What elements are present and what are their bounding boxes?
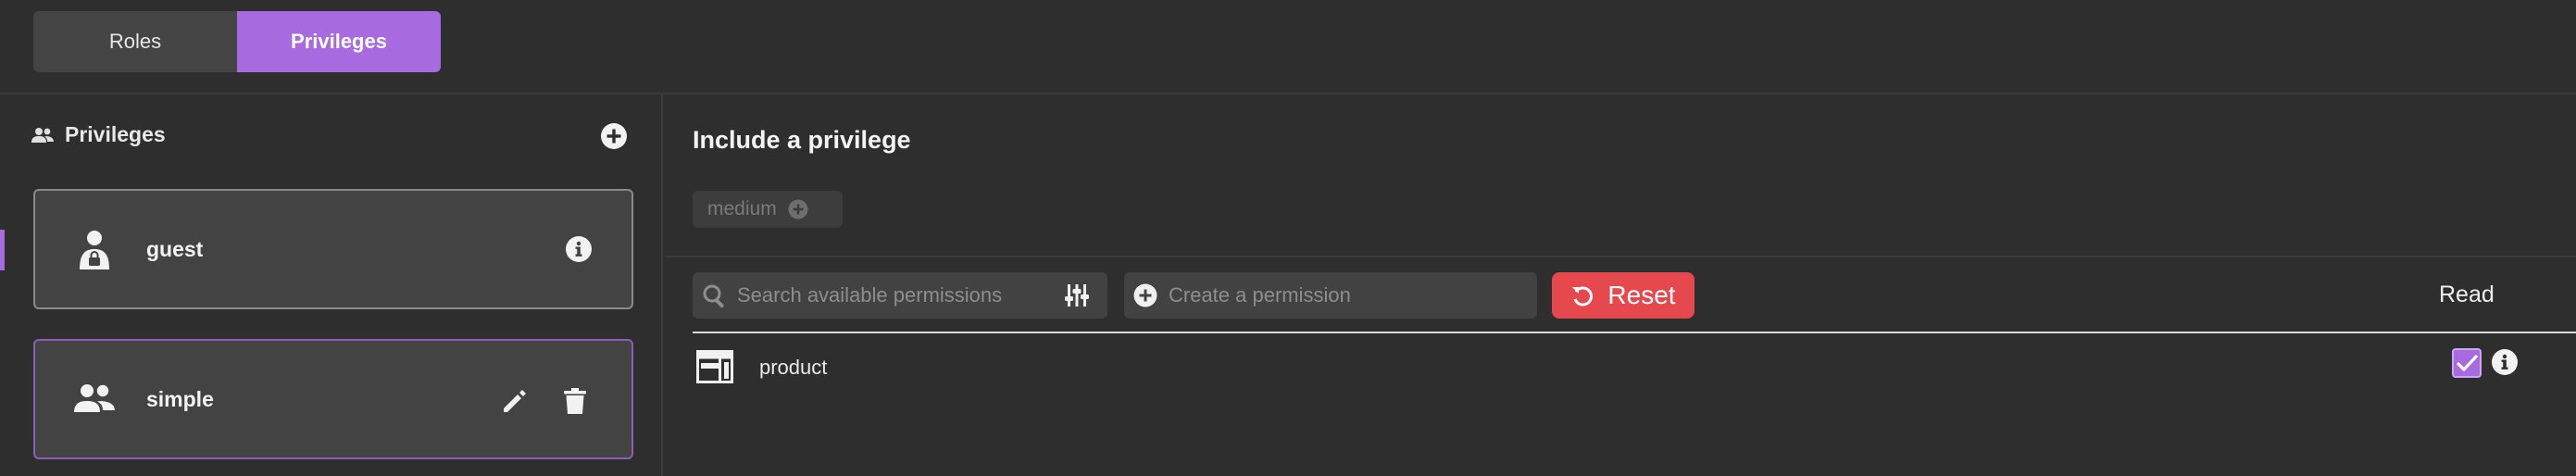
sidebar-title: Privileges (65, 122, 166, 146)
plus-circle-icon (1133, 283, 1157, 307)
privileges-sidebar: Privileges guest simple (0, 94, 663, 476)
table-header-divider (693, 332, 2576, 333)
privilege-editor: Include a privilege medium Search availa… (665, 94, 2576, 476)
reset-label: Reset (1607, 281, 1676, 309)
info-icon[interactable] (565, 235, 593, 263)
privilege-card-simple[interactable]: simple (33, 339, 633, 459)
add-privilege-plus-circle-icon[interactable] (600, 122, 628, 150)
create-permission-input[interactable] (1169, 283, 1520, 307)
plus-circle-icon (788, 199, 808, 219)
page-title: Include a privilege (693, 126, 911, 154)
sidebar-header: Privileges (31, 122, 166, 147)
info-icon[interactable] (2491, 348, 2519, 376)
privilege-name: simple (146, 387, 214, 411)
selection-indicator (0, 230, 5, 270)
create-permission (1124, 272, 1537, 319)
trash-icon[interactable] (561, 386, 589, 416)
search-input[interactable] (737, 283, 1052, 307)
read-checkbox[interactable] (2452, 348, 2482, 378)
sliders-icon[interactable] (1063, 282, 1091, 309)
chip-label: medium (707, 198, 777, 219)
tab-roles[interactable]: Roles (33, 11, 237, 72)
pencil-icon[interactable] (500, 386, 530, 416)
divider (665, 256, 2576, 257)
people-icon (74, 384, 115, 412)
privilege-name: guest (146, 237, 204, 261)
column-header-read: Read (2439, 282, 2495, 307)
table-icon (696, 350, 733, 383)
tab-group: Roles Privileges (33, 11, 441, 72)
search-permissions (693, 272, 1107, 319)
tab-privileges[interactable]: Privileges (237, 11, 441, 72)
reset-button[interactable]: Reset (1552, 272, 1694, 319)
privilege-card-guest[interactable]: guest (33, 189, 633, 309)
privilege-chip-medium[interactable]: medium (693, 191, 843, 228)
search-icon (703, 284, 724, 308)
check-icon (2456, 354, 2479, 372)
table-row-label: product (759, 356, 828, 379)
user-lock-icon (80, 231, 109, 269)
people-icon (31, 127, 54, 143)
undo-icon (1572, 286, 1594, 307)
top-bar: Roles Privileges (0, 0, 2576, 94)
